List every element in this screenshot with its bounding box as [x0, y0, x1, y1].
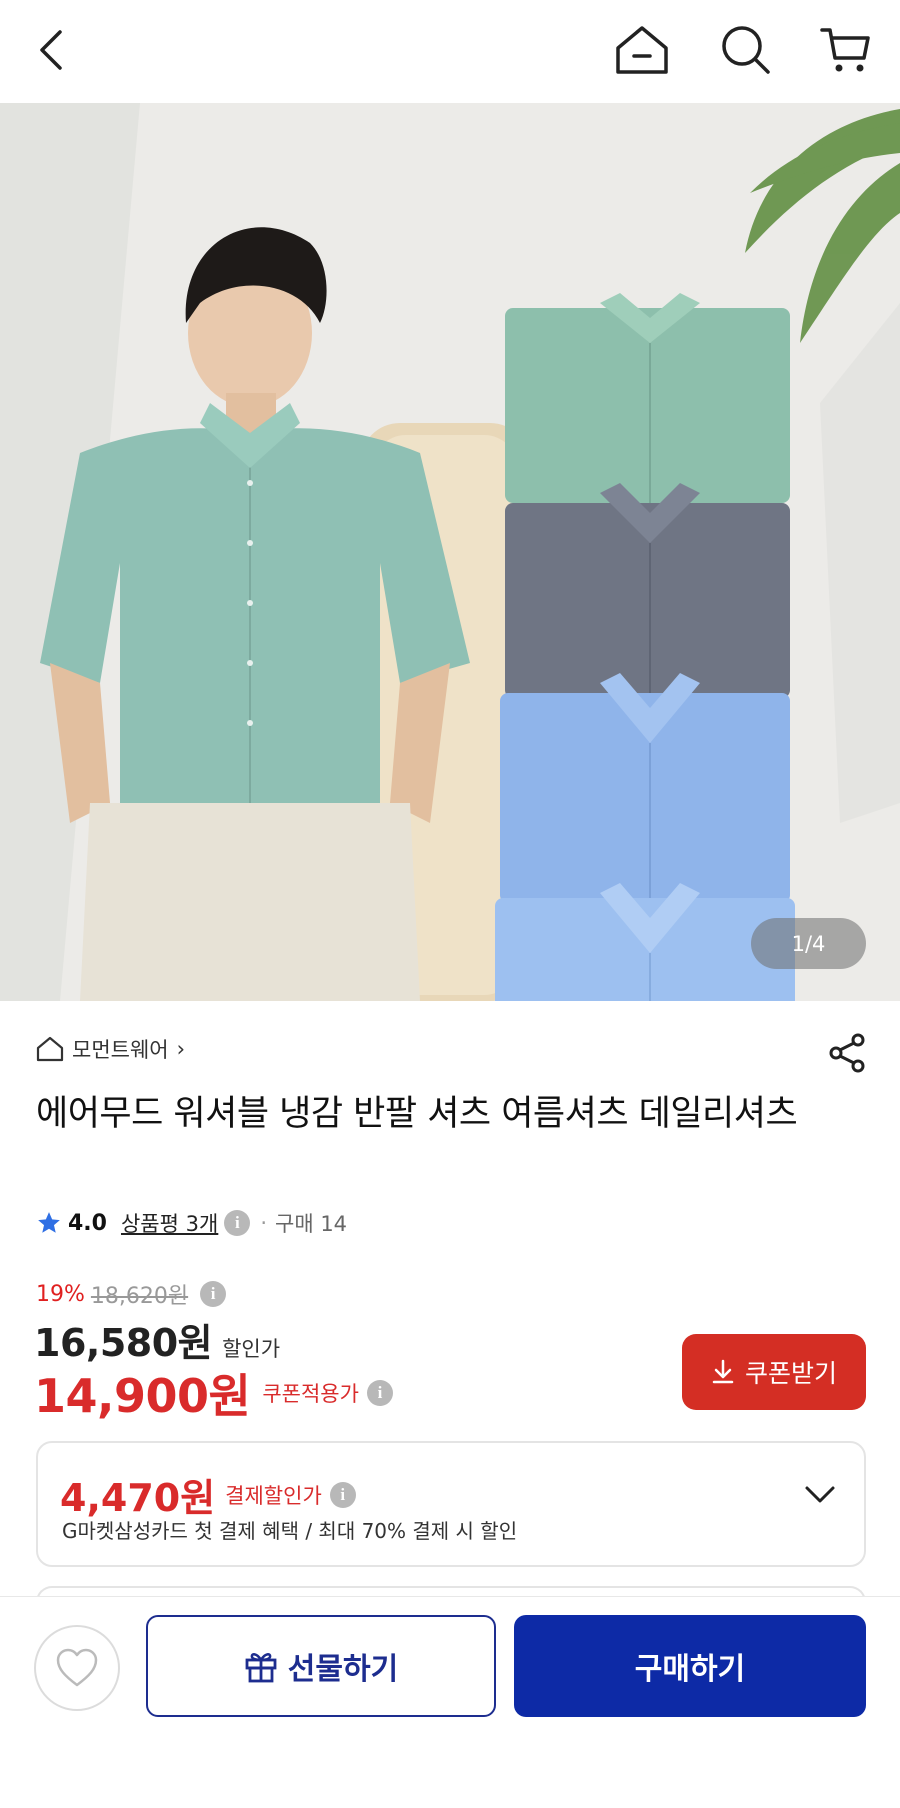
separator-dot: · — [260, 1211, 267, 1235]
sale-price-row: 16,580원 할인가 — [34, 1312, 280, 1367]
wishlist-button[interactable] — [34, 1625, 120, 1711]
image-counter-badge: 1/4 — [751, 918, 866, 969]
chevron-right-icon: › — [176, 1037, 186, 1061]
sale-price: 16,580원 — [34, 1321, 213, 1365]
coupon-price-label: 쿠폰적용가 — [262, 1382, 359, 1406]
coupon-price-row: 14,900원 쿠폰적용가 i — [34, 1360, 393, 1426]
purchase-count: 구매 14 — [275, 1212, 348, 1236]
info-icon[interactable]: i — [329, 1481, 356, 1508]
star-icon — [38, 1212, 60, 1233]
payment-benefit-description: G마켓삼성카드 첫 결제 혜택 / 최대 70% 결제 시 할인 — [62, 1519, 518, 1543]
get-coupon-button[interactable]: 쿠폰받기 — [682, 1334, 866, 1410]
heart-icon — [56, 1648, 98, 1687]
share-button[interactable] — [826, 1032, 868, 1074]
discount-row: 19% 18,620원 i — [36, 1278, 227, 1310]
product-title: 에어무드 워셔블 냉감 반팔 셔츠 여름셔츠 데일리셔츠 — [36, 1094, 798, 1134]
share-icon — [829, 1033, 865, 1073]
top-navigation-bar — [0, 0, 900, 103]
brand-link[interactable]: 모먼트웨어 › — [36, 1034, 185, 1064]
payment-benefit-card[interactable]: 4,470원 결제할인가 i G마켓삼성카드 첫 결제 혜택 / 최대 70% … — [36, 1441, 866, 1567]
gift-button[interactable]: 선물하기 — [146, 1615, 496, 1717]
payment-price-row: 4,470원 결제할인가 i — [60, 1467, 356, 1522]
home-icon — [36, 1036, 64, 1062]
home-icon — [616, 26, 668, 74]
buy-label: 구매하기 — [634, 1652, 746, 1687]
sale-price-label: 할인가 — [222, 1337, 281, 1361]
chevron-left-icon — [40, 30, 62, 70]
payment-discount-price: 4,470원 — [60, 1476, 216, 1520]
search-icon — [722, 26, 770, 74]
chevron-down-icon[interactable] — [804, 1485, 836, 1505]
brand-name: 모먼트웨어 — [72, 1038, 169, 1062]
buy-button[interactable]: 구매하기 — [514, 1615, 866, 1717]
payment-discount-label: 결제할인가 — [225, 1483, 322, 1508]
search-button[interactable] — [714, 18, 778, 82]
info-icon[interactable]: i — [200, 1281, 227, 1307]
discount-rate: 19% — [36, 1281, 85, 1307]
download-icon — [712, 1359, 734, 1384]
product-image-carousel[interactable]: 1/4 — [0, 103, 900, 1001]
coupon-price: 14,900원 — [34, 1369, 251, 1423]
product-photo — [0, 103, 900, 1001]
info-icon[interactable]: i — [224, 1210, 251, 1236]
get-coupon-label: 쿠폰받기 — [744, 1359, 837, 1388]
original-price: 18,620원 — [90, 1284, 189, 1309]
gift-icon — [245, 1653, 277, 1683]
rating-score: 4.0 — [68, 1210, 107, 1236]
home-button[interactable] — [610, 18, 674, 82]
rating-summary: 4.0 상품평 3개 i · 구매 14 — [36, 1208, 347, 1238]
back-button[interactable] — [20, 18, 84, 82]
cart-icon — [820, 28, 870, 72]
info-icon[interactable]: i — [366, 1380, 393, 1406]
bottom-action-bar: 선물하기 구매하기 — [0, 1596, 900, 1808]
cart-button[interactable] — [814, 18, 878, 82]
gift-label: 선물하기 — [287, 1652, 399, 1687]
review-count-link[interactable]: 상품평 3개 — [121, 1208, 218, 1238]
